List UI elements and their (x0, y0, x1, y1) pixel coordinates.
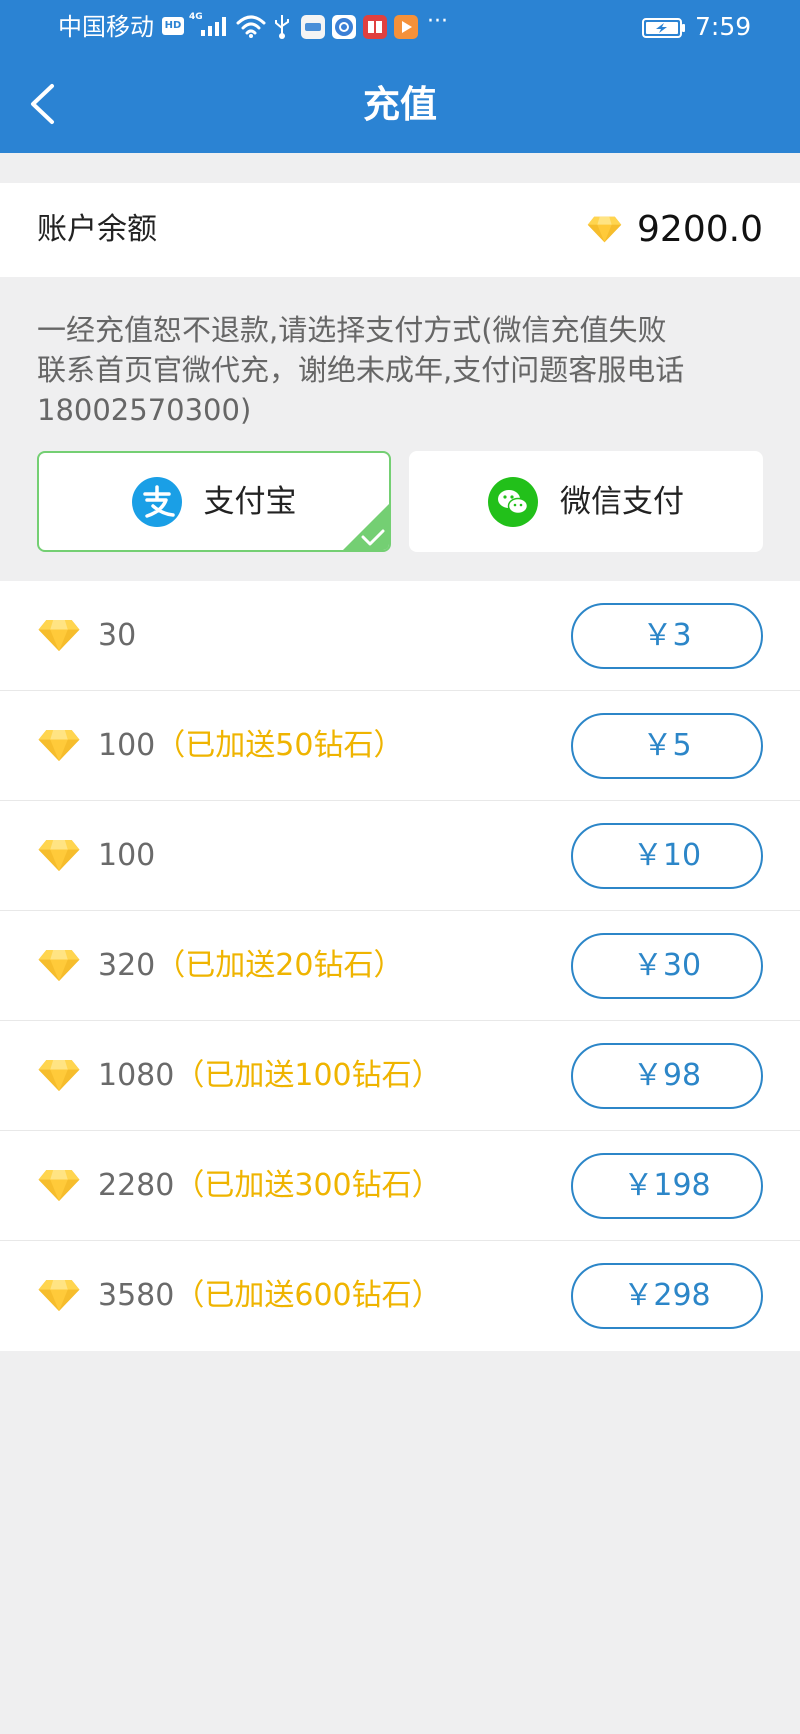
price-button[interactable]: ￥298 (571, 1263, 763, 1329)
package-diamond-amount: 100 (98, 838, 156, 873)
payment-option-label: 微信支付 (560, 483, 684, 520)
package-bonus: （已加送100钻石） (174, 1058, 442, 1093)
package-diamond-amount: 1080 (98, 1058, 175, 1093)
package-diamond-amount: 3580 (98, 1278, 175, 1313)
price-button[interactable]: ￥10 (571, 823, 763, 889)
package-amount-line: 100（已加送50钻石） (98, 724, 403, 768)
signal-icon (201, 17, 227, 36)
package-amount-line: 100 (98, 834, 155, 878)
back-button[interactable] (26, 80, 62, 128)
hd-badge: HD (162, 17, 184, 35)
price-button[interactable]: ￥5 (571, 713, 763, 779)
usb-icon (274, 14, 290, 40)
status-overflow-indicator: ··· (427, 9, 448, 34)
browser-notification-icon (332, 15, 356, 39)
diamond-icon (37, 838, 81, 873)
package-row: 1080（已加送100钻石） ￥98 (0, 1021, 800, 1131)
diamond-icon (37, 1168, 81, 1203)
refund-notice: 一经充值恕不退款,请选择支付方式(微信充值失败 联系首页官微代充，谢绝未成年,支… (37, 310, 684, 430)
package-amount-line: 320（已加送20钻石） (98, 944, 403, 988)
notice-line: 18002570300) (37, 393, 252, 427)
gallery-notification-icon (301, 15, 325, 39)
wifi-icon (236, 14, 266, 38)
diamond-icon (587, 215, 622, 244)
package-row: 100 ￥10 (0, 801, 800, 911)
package-bonus: （已加送20钻石） (155, 948, 404, 983)
status-bar: 中国移动 HD 4G ··· 7:59 (0, 0, 800, 55)
payment-option-alipay[interactable]: 支付宝 (37, 451, 391, 552)
package-diamond-amount: 100 (98, 728, 156, 763)
wechat-icon (488, 476, 538, 527)
carrier-label: 中国移动 (58, 13, 154, 41)
battery-charging-icon (642, 18, 686, 38)
package-diamond-amount: 320 (98, 948, 156, 983)
alipay-icon (131, 476, 182, 527)
package-row: 100（已加送50钻石） ￥5 (0, 691, 800, 801)
chevron-left-icon (31, 84, 54, 124)
notice-line: 一经充值恕不退款,请选择支付方式(微信充值失败 (37, 313, 667, 347)
top-bar: 中国移动 HD 4G ··· 7:59 充值 (0, 0, 800, 153)
selected-check-icon (343, 504, 389, 550)
package-amount-line: 30 (98, 614, 136, 658)
page-title: 充值 (363, 83, 437, 126)
reader-notification-icon (363, 15, 387, 39)
clock-time: 7:59 (695, 12, 752, 41)
package-row: 320（已加送20钻石） ￥30 (0, 911, 800, 1021)
diamond-icon (37, 618, 81, 653)
diamond-icon (37, 948, 81, 983)
diamond-icon (37, 728, 81, 763)
package-amount-line: 1080（已加送100钻石） (98, 1054, 442, 1098)
diamond-icon (37, 1058, 81, 1093)
video-notification-icon (394, 15, 418, 39)
balance-row: 账户余额 9200.0 (0, 183, 800, 277)
package-row: 2280（已加送300钻石） ￥198 (0, 1131, 800, 1241)
package-diamond-amount: 2280 (98, 1168, 175, 1203)
package-bonus: （已加送300钻石） (174, 1168, 442, 1203)
price-button[interactable]: ￥3 (571, 603, 763, 669)
price-button[interactable]: ￥98 (571, 1043, 763, 1109)
package-diamond-amount: 30 (98, 618, 137, 653)
payment-option-wechat[interactable]: 微信支付 (409, 451, 763, 552)
balance-label: 账户余额 (37, 212, 157, 247)
price-button[interactable]: ￥198 (571, 1153, 763, 1219)
balance-amount: 9200.0 (637, 209, 763, 250)
package-bonus: （已加送50钻石） (155, 728, 404, 763)
diamond-icon (37, 1278, 81, 1313)
package-row: 3580（已加送600钻石） ￥298 (0, 1241, 800, 1351)
recharge-package-list: 30 ￥3 100（已加送50钻石） ￥5 100 ￥10 320（已加送20钻… (0, 581, 800, 1351)
price-button[interactable]: ￥30 (571, 933, 763, 999)
package-bonus: （已加送600钻石） (174, 1278, 442, 1313)
package-amount-line: 2280（已加送300钻石） (98, 1164, 442, 1208)
package-amount-line: 3580（已加送600钻石） (98, 1274, 442, 1318)
notice-line: 联系首页官微代充，谢绝未成年,支付问题客服电话 (37, 353, 685, 387)
package-row: 30 ￥3 (0, 581, 800, 691)
payment-option-label: 支付宝 (203, 483, 297, 520)
